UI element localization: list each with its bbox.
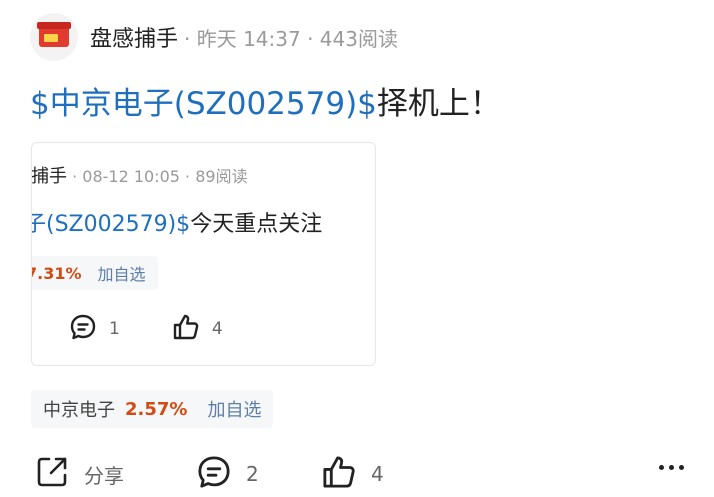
stock-pct: 2.57% [125,398,188,420]
share-button[interactable]: 分享 [34,455,124,493]
quoted-author-line: 捕手 · 08-12 10:05 · 89阅读 [32,162,248,188]
post-meta: · 昨天 14:37 · 443阅读 [184,27,398,51]
add-watchlist-button[interactable]: 加自选 [207,396,261,422]
author-line: 盘感捕手 · 昨天 14:37 · 443阅读 [90,21,398,53]
bottom-action-bar: 分享 2 4 [34,455,684,493]
comment-icon [196,454,232,494]
avatar-tag [44,34,58,42]
stock-link[interactable]: $中京电子(SZ002579)$ [30,86,377,122]
thumbs-up-icon [172,313,200,345]
quoted-post-title: 子(SZ002579)$今天重点关注 [32,206,323,238]
more-dot [679,465,684,470]
post-title: $中京电子(SZ002579)$择机上！ [30,78,501,123]
like-button[interactable]: 4 [321,455,384,493]
stock-name: 中京电子 [43,400,115,421]
quoted-comment-count: 1 [109,319,120,339]
avatar[interactable] [30,13,78,61]
quoted-post-card[interactable]: 捕手 · 08-12 10:05 · 89阅读 子(SZ002579)$今天重点… [31,142,376,366]
quoted-comment-button[interactable]: 1 [69,313,120,345]
more-options-icon[interactable] [654,465,684,470]
quoted-add-watchlist-button[interactable]: 加自选 [98,261,146,285]
quoted-stock-pct: 7.31% [31,263,82,283]
quoted-author-name[interactable]: 捕手 [32,166,67,187]
thumbs-up-icon [321,454,357,494]
author-name[interactable]: 盘感捕手 [90,21,178,53]
comment-button[interactable]: 2 [196,455,259,493]
share-label: 分享 [84,463,124,488]
comment-count: 2 [246,462,259,486]
quoted-like-count: 4 [211,319,223,339]
quoted-actions: 1 4 [69,313,223,345]
quoted-stock-link[interactable]: 子(SZ002579)$ [32,212,190,237]
quoted-post-meta: · 08-12 10:05 · 89阅读 [67,167,248,186]
share-icon [34,454,70,494]
like-count: 4 [371,462,384,486]
quoted-title-text: 今天重点关注 [190,212,323,237]
more-dot [659,465,664,470]
stock-chip[interactable]: 中京电子 2.57% 加自选 [31,390,274,428]
post-title-text: 择机上！ [376,86,501,122]
quoted-stock-chip[interactable]: 7.31% 加自选 [31,256,158,290]
avatar-box-lid [37,22,71,29]
quoted-like-button[interactable]: 4 [172,313,223,345]
more-dot [669,465,674,470]
post-header: 盘感捕手 · 昨天 14:37 · 443阅读 [30,12,398,62]
comment-icon [69,313,97,345]
